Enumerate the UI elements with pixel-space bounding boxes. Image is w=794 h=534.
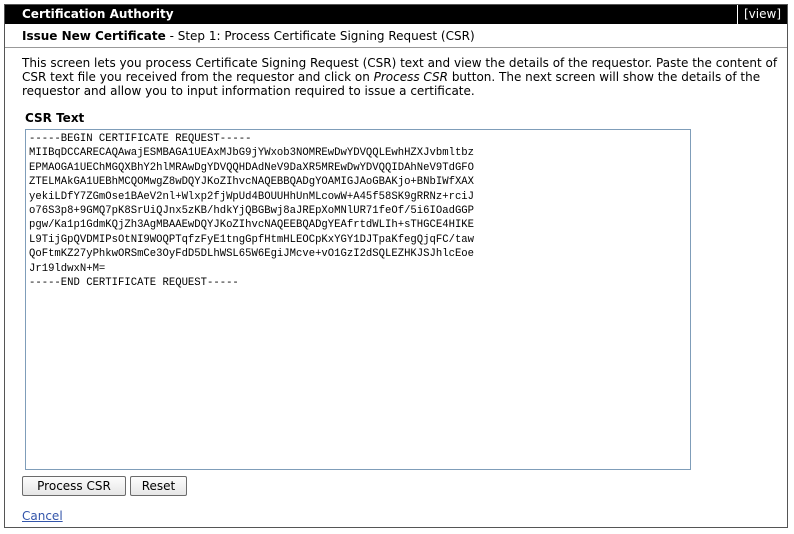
page-title: Issue New Certificate xyxy=(22,29,166,43)
header-divider xyxy=(5,47,787,48)
page-subheader: Issue New Certificate - Step 1: Process … xyxy=(22,28,475,44)
title-bar: Certification Authority [view] xyxy=(5,5,787,24)
reset-button[interactable]: Reset xyxy=(130,476,187,496)
window-title: Certification Authority xyxy=(22,7,174,21)
certification-authority-panel: Certification Authority [view] Issue New… xyxy=(4,4,788,528)
instructions-text: This screen lets you process Certificate… xyxy=(22,56,782,98)
cancel-link[interactable]: Cancel xyxy=(22,508,63,524)
instructions-emphasis: Process CSR xyxy=(373,70,448,84)
step-label: - Step 1: Process Certificate Signing Re… xyxy=(165,29,475,43)
csr-text-input[interactable]: -----BEGIN CERTIFICATE REQUEST----- MIIB… xyxy=(25,129,691,470)
view-link[interactable]: [view] xyxy=(737,5,787,24)
csr-text-label: CSR Text xyxy=(25,111,85,125)
process-csr-button[interactable]: Process CSR xyxy=(22,476,126,496)
